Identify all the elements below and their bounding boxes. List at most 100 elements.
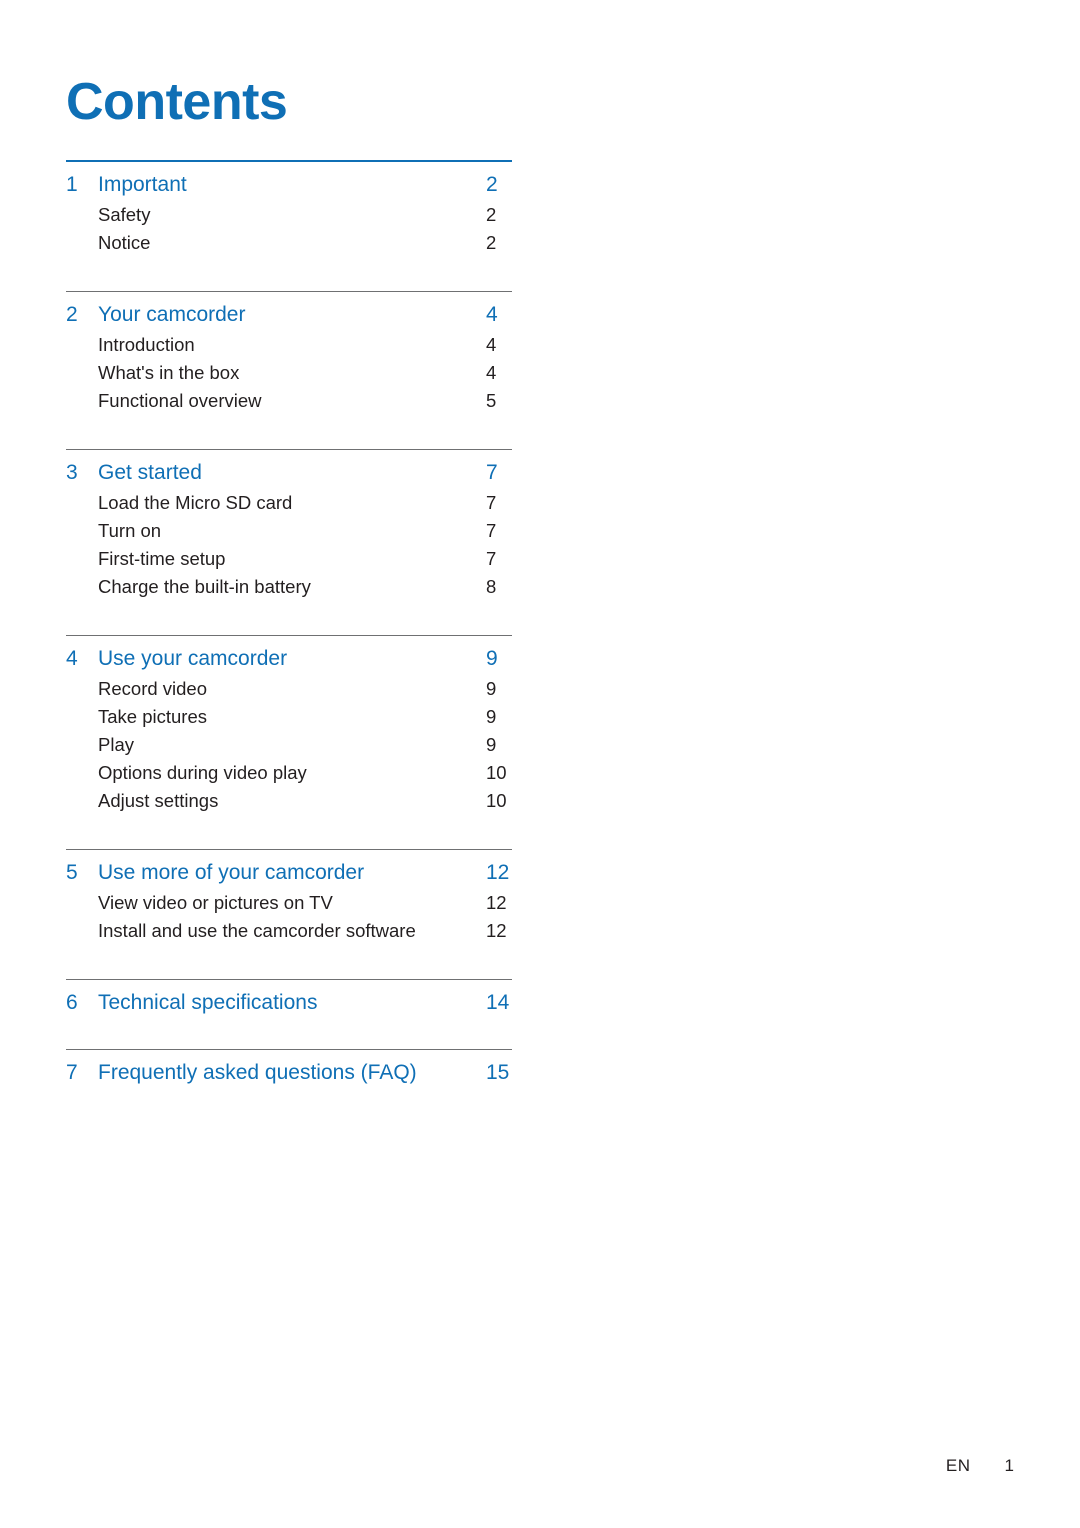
chapter-number: 2 <box>66 303 78 326</box>
toc-chapter-6[interactable]: 6 Technical specifications 14 <box>66 980 512 1017</box>
chapter-page: 14 <box>486 991 510 1014</box>
chapter-number: 5 <box>66 861 78 884</box>
item-page: 9 <box>486 678 497 699</box>
toc-chapter-4[interactable]: 4 Use your camcorder 9 <box>66 636 512 673</box>
toc-group-6: 6 Technical specifications 14 <box>66 979 512 1027</box>
chapter-label: Get started <box>98 461 202 484</box>
toc-item[interactable]: Notice 2 <box>66 229 512 257</box>
item-label: Load the Micro SD card <box>98 492 293 513</box>
footer-page-number: 1 <box>1004 1456 1014 1475</box>
item-label: Take pictures <box>98 706 207 727</box>
item-label: Install and use the camcorder software <box>98 920 416 941</box>
toc-subitems-2: Introduction 4 What's in the box 4 Funct… <box>66 331 512 415</box>
toc-item[interactable]: Play 9 <box>66 731 512 759</box>
item-label: Safety <box>98 204 151 225</box>
page-footer: EN 1 <box>946 1456 1014 1476</box>
table-of-contents: 1 Important 2 Safety 2 Notice 2 2 Your c… <box>66 160 512 1087</box>
item-page: 4 <box>486 334 497 355</box>
toc-item[interactable]: Options during video play 10 <box>66 759 512 787</box>
chapter-number: 1 <box>66 173 78 196</box>
item-page: 10 <box>486 762 507 783</box>
item-label: Turn on <box>98 520 162 541</box>
toc-item[interactable]: Charge the built-in battery 8 <box>66 573 512 601</box>
chapter-page: 12 <box>486 861 510 884</box>
item-label: Charge the built-in battery <box>98 576 311 597</box>
toc-group-7: 7 Frequently asked questions (FAQ) 15 <box>66 1049 512 1087</box>
toc-item[interactable]: Take pictures 9 <box>66 703 512 731</box>
toc-item[interactable]: First-time setup 7 <box>66 545 512 573</box>
chapter-label: Use more of your camcorder <box>98 861 365 884</box>
item-label: View video or pictures on TV <box>98 892 333 913</box>
chapter-number: 4 <box>66 647 78 670</box>
toc-subitems-5: View video or pictures on TV 12 Install … <box>66 889 512 945</box>
chapter-number: 7 <box>66 1061 78 1084</box>
item-label: Functional overview <box>98 390 262 411</box>
toc-chapter-7[interactable]: 7 Frequently asked questions (FAQ) 15 <box>66 1050 512 1087</box>
chapter-number: 6 <box>66 991 78 1014</box>
toc-chapter-3[interactable]: 3 Get started 7 <box>66 450 512 487</box>
toc-item[interactable]: Load the Micro SD card 7 <box>66 489 512 517</box>
item-page: 7 <box>486 548 497 569</box>
item-page: 2 <box>486 232 497 253</box>
toc-group-4: 4 Use your camcorder 9 Record video 9 Ta… <box>66 635 512 815</box>
item-label: Adjust settings <box>98 790 219 811</box>
toc-group-3: 3 Get started 7 Load the Micro SD card 7… <box>66 449 512 601</box>
item-label: Options during video play <box>98 762 307 783</box>
toc-item[interactable]: View video or pictures on TV 12 <box>66 889 512 917</box>
item-label: First-time setup <box>98 548 226 569</box>
item-page: 9 <box>486 734 497 755</box>
toc-item[interactable]: Install and use the camcorder software 1… <box>66 917 512 945</box>
toc-item[interactable]: Functional overview 5 <box>66 387 512 415</box>
toc-item[interactable]: Record video 9 <box>66 675 512 703</box>
chapter-label: Use your camcorder <box>98 647 288 670</box>
item-page: 9 <box>486 706 497 727</box>
toc-group-1: 1 Important 2 Safety 2 Notice 2 <box>66 160 512 257</box>
chapter-page: 7 <box>486 461 498 484</box>
chapter-page: 4 <box>486 303 498 326</box>
item-page: 7 <box>486 492 497 513</box>
toc-item[interactable]: Introduction 4 <box>66 331 512 359</box>
chapter-label: Frequently asked questions (FAQ) <box>98 1061 417 1084</box>
toc-chapter-5[interactable]: 5 Use more of your camcorder 12 <box>66 850 512 887</box>
item-page: 4 <box>486 362 497 383</box>
toc-item[interactable]: Safety 2 <box>66 201 512 229</box>
chapter-page: 9 <box>486 647 498 670</box>
chapter-label: Your camcorder <box>98 303 246 326</box>
toc-item[interactable]: Adjust settings 10 <box>66 787 512 815</box>
item-page: 12 <box>486 920 507 941</box>
item-label: Record video <box>98 678 208 699</box>
item-page: 12 <box>486 892 507 913</box>
toc-group-2: 2 Your camcorder 4 Introduction 4 What's… <box>66 291 512 415</box>
toc-item[interactable]: What's in the box 4 <box>66 359 512 387</box>
item-label: Play <box>98 734 134 755</box>
page-title: Contents <box>66 73 288 131</box>
chapter-page: 2 <box>486 173 498 196</box>
item-label: Introduction <box>98 334 195 355</box>
item-page: 7 <box>486 520 497 541</box>
chapter-number: 3 <box>66 461 78 484</box>
item-page: 5 <box>486 390 497 411</box>
document-page: Contents 1 Important 2 Safety 2 Notice 2 <box>0 0 1080 1528</box>
chapter-label: Technical specifications <box>98 991 318 1014</box>
item-label: What's in the box <box>98 362 240 383</box>
toc-item[interactable]: Turn on 7 <box>66 517 512 545</box>
toc-subitems-1: Safety 2 Notice 2 <box>66 201 512 257</box>
toc-chapter-1[interactable]: 1 Important 2 <box>66 162 512 199</box>
toc-subitems-3: Load the Micro SD card 7 Turn on 7 First… <box>66 489 512 601</box>
footer-language: EN <box>945 1456 971 1475</box>
toc-chapter-2[interactable]: 2 Your camcorder 4 <box>66 292 512 329</box>
toc-group-5: 5 Use more of your camcorder 12 View vid… <box>66 849 512 945</box>
item-label: Notice <box>98 232 151 253</box>
item-page: 10 <box>486 790 507 811</box>
toc-subitems-4: Record video 9 Take pictures 9 Play 9 Op… <box>66 675 512 815</box>
item-page: 8 <box>486 576 497 597</box>
chapter-label: Important <box>98 173 187 196</box>
chapter-page: 15 <box>486 1061 510 1084</box>
